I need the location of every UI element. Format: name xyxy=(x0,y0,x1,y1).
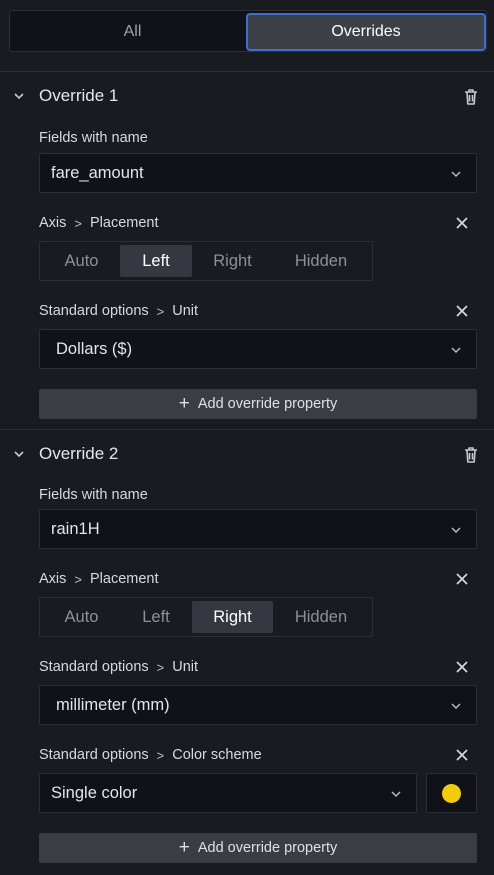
close-icon[interactable] xyxy=(454,215,470,231)
placement-option-hidden[interactable]: Hidden xyxy=(273,601,369,633)
unit-value: Dollars ($) xyxy=(56,340,133,358)
placement-option-left[interactable]: Left xyxy=(120,601,192,633)
chevron-down-icon xyxy=(451,171,461,178)
close-icon[interactable] xyxy=(454,571,470,587)
axis-placement-radio-group: Auto Left Right Hidden xyxy=(39,597,373,637)
override-tab-bar: All Overrides xyxy=(0,0,494,72)
property-label-axis-placement: Axis > Placement xyxy=(39,215,159,231)
placement-option-hidden[interactable]: Hidden xyxy=(273,245,369,277)
placement-option-right[interactable]: Right xyxy=(192,601,273,633)
override-2-title: Override 2 xyxy=(39,444,119,463)
plus-icon: + xyxy=(178,836,190,858)
close-icon[interactable] xyxy=(454,659,470,675)
override-2: Override 2 Fields with name rain1H Axis >… xyxy=(0,430,494,875)
add-override-property-button[interactable]: + Add override property xyxy=(39,389,477,419)
placement-option-left[interactable]: Left xyxy=(120,245,192,277)
close-icon[interactable] xyxy=(454,303,470,319)
property-label-axis-placement: Axis > Placement xyxy=(39,571,159,587)
override-1-title: Override 1 xyxy=(39,86,119,105)
matcher-label: Fields with name xyxy=(39,487,148,503)
override-1: Override 1 Fields with name fare_amount … xyxy=(0,72,494,430)
color-scheme-select[interactable]: Single color xyxy=(39,773,417,813)
matcher-label: Fields with name xyxy=(39,130,148,146)
unit-select[interactable]: millimeter (mm) xyxy=(39,685,477,725)
property-label-unit: Standard options > Unit xyxy=(39,303,199,319)
chevron-down-icon[interactable] xyxy=(13,90,25,102)
property-label-unit: Standard options > Unit xyxy=(39,659,199,675)
chevron-down-icon xyxy=(391,791,401,798)
field-name-value: fare_amount xyxy=(51,164,144,182)
tab-group: All Overrides xyxy=(9,10,487,52)
add-override-property-button[interactable]: + Add override property xyxy=(39,833,477,863)
tab-all[interactable]: All xyxy=(13,14,252,50)
placement-option-right[interactable]: Right xyxy=(192,245,273,277)
unit-value: millimeter (mm) xyxy=(56,696,170,714)
unit-select[interactable]: Dollars ($) xyxy=(39,329,477,369)
color-swatch xyxy=(442,784,461,803)
color-picker-button[interactable] xyxy=(426,773,477,813)
placement-option-auto[interactable]: Auto xyxy=(43,245,120,277)
trash-icon[interactable] xyxy=(462,87,480,107)
property-label-color-scheme: Standard options > Color scheme xyxy=(39,747,262,763)
chevron-down-icon xyxy=(451,347,461,354)
field-name-select[interactable]: fare_amount xyxy=(39,153,477,193)
placement-option-auto[interactable]: Auto xyxy=(43,601,120,633)
field-name-value: rain1H xyxy=(51,520,100,538)
close-icon[interactable] xyxy=(454,747,470,763)
trash-icon[interactable] xyxy=(462,445,480,465)
chevron-down-icon xyxy=(451,527,461,534)
axis-placement-radio-group: Auto Left Right Hidden xyxy=(39,241,373,281)
plus-icon: + xyxy=(178,392,190,414)
override-1-header[interactable]: Override 1 xyxy=(0,72,494,120)
tab-overrides[interactable]: Overrides xyxy=(246,13,486,51)
chevron-down-icon xyxy=(451,703,461,710)
chevron-down-icon[interactable] xyxy=(13,448,25,460)
color-scheme-value: Single color xyxy=(51,784,138,802)
field-name-select[interactable]: rain1H xyxy=(39,509,477,549)
override-2-header[interactable]: Override 2 xyxy=(0,430,494,478)
